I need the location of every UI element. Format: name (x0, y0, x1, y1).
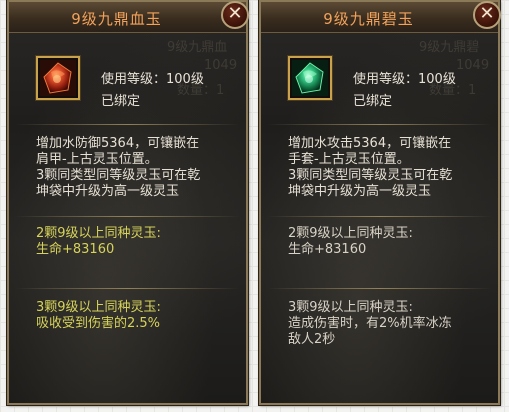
use-level-value: 100级 (166, 72, 204, 87)
set-bonus-condition: 2颗9级以上同种灵玉: (288, 226, 413, 241)
item-tooltip-green-jade: 9级九鼎碧玉 ✕ 9级九鼎碧 1049 数量：1 使用等级：100级 已绑定 增… (258, 0, 501, 406)
set-bonus-2: 2颗9级以上同种灵玉: 生命+83160 (288, 226, 413, 258)
description-line: 肩甲-上古灵玉位置。 (36, 152, 158, 167)
item-description: 增加水攻击5364，可镶嵌在 手套-上古灵玉位置。 3颗同类型同等级灵玉可在乾 … (288, 136, 483, 200)
jade-green-icon (292, 60, 328, 96)
background-ghost-level: 1049 (456, 58, 490, 73)
use-level-value: 100级 (418, 72, 456, 87)
tooltip-title: 9级九鼎碧玉 (323, 10, 414, 28)
use-level-row: 使用等级：100级 (101, 68, 204, 87)
set-bonus-effect: 生命+83160 (36, 242, 115, 257)
background-ghost-level: 1049 (204, 58, 238, 73)
close-button[interactable]: ✕ (473, 1, 501, 29)
set-bonus-condition: 3颗9级以上同种灵玉: (36, 300, 161, 315)
item-description: 增加水防御5364，可镶嵌在 肩甲-上古灵玉位置。 3颗同类型同等级灵玉可在乾 … (36, 136, 231, 200)
set-bonus-effect-cont: 敌人2秒 (288, 332, 336, 347)
divider (267, 288, 492, 289)
description-line: 增加水攻击5364，可镶嵌在 (288, 136, 452, 151)
bind-status: 已绑定 (353, 94, 393, 109)
set-bonus-condition: 3颗9级以上同种灵玉: (288, 300, 413, 315)
use-level-row: 使用等级：100级 (353, 68, 456, 87)
set-bonus-condition: 2颗9级以上同种灵玉: (36, 226, 161, 241)
tooltip-title-bar: 9级九鼎碧玉 (261, 2, 498, 33)
close-icon: ✕ (479, 3, 495, 24)
tooltip-title: 9级九鼎血玉 (71, 10, 162, 28)
divider (15, 288, 240, 289)
set-bonus-3: 3颗9级以上同种灵玉: 吸收受到伤害的2.5% (36, 300, 161, 332)
set-bonus-effect: 造成伤害时，有2%机率冰冻 (288, 316, 452, 331)
set-bonus-effect: 吸收受到伤害的2.5% (36, 316, 161, 331)
set-bonus-2: 2颗9级以上同种灵玉: 生命+83160 (36, 226, 161, 258)
background-ghost-title: 9级九鼎血 (167, 40, 228, 55)
description-line: 3颗同类型同等级灵玉可在乾 (288, 168, 453, 183)
divider (15, 124, 240, 125)
item-tooltip-blood-jade: 9级九鼎血玉 ✕ 9级九鼎血 1049 数量：1 使用等级：100级 已绑定 增… (6, 0, 249, 406)
tooltip-title-bar: 9级九鼎血玉 (9, 2, 246, 33)
divider (267, 124, 492, 125)
description-line: 坤袋中升级为高一级灵玉 (36, 184, 180, 199)
use-level-label: 使用等级： (101, 72, 167, 87)
close-icon: ✕ (227, 3, 243, 24)
set-bonus-3: 3颗9级以上同种灵玉: 造成伤害时，有2%机率冰冻 敌人2秒 (288, 300, 452, 348)
item-icon-frame[interactable] (288, 56, 332, 100)
use-level-label: 使用等级： (353, 72, 419, 87)
divider (15, 216, 240, 217)
bind-status: 已绑定 (101, 94, 141, 109)
description-line: 手套-上古灵玉位置。 (288, 152, 410, 167)
set-bonus-effect: 生命+83160 (288, 242, 367, 257)
close-button[interactable]: ✕ (221, 1, 249, 29)
description-line: 3颗同类型同等级灵玉可在乾 (36, 168, 201, 183)
background-ghost-title: 9级九鼎碧 (419, 40, 480, 55)
item-icon-frame[interactable] (36, 56, 80, 100)
blood-jade-icon (40, 60, 76, 96)
divider (267, 216, 492, 217)
description-line: 坤袋中升级为高一级灵玉 (288, 184, 432, 199)
description-line: 增加水防御5364，可镶嵌在 (36, 136, 200, 151)
